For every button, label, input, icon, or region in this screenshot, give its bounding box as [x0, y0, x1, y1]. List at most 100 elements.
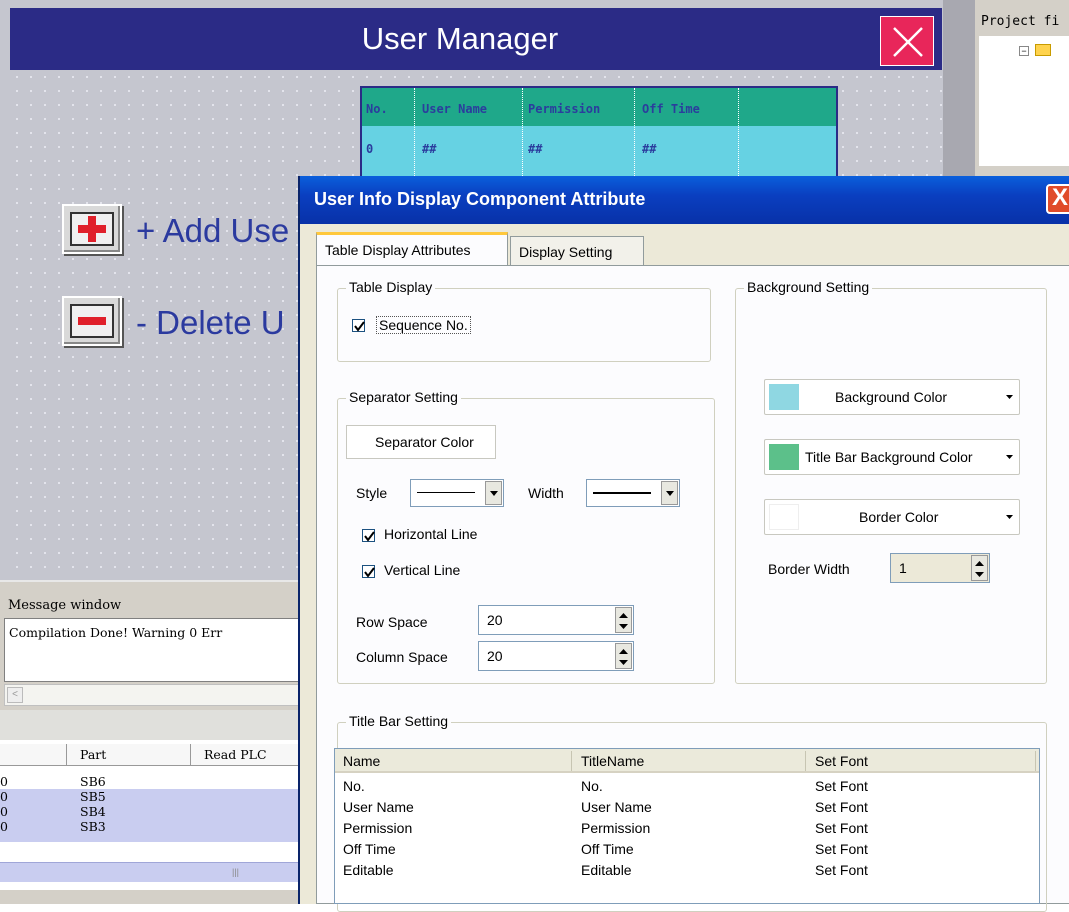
list-item[interactable]: 0 SB3	[0, 819, 300, 834]
dropdown-arrow-icon[interactable]	[661, 481, 678, 505]
title-bar-color-button[interactable]: Title Bar Background Color	[764, 439, 1020, 475]
column-divider[interactable]	[805, 751, 806, 771]
column-divider[interactable]	[1035, 751, 1036, 771]
delete-user-label[interactable]: - Delete U	[136, 304, 285, 342]
dialog-titlebar[interactable]: User Info Display Component Attribute X	[300, 176, 1069, 224]
column-header-title-name[interactable]: TitleName	[581, 753, 644, 769]
background-color-label: Background Color	[835, 389, 948, 405]
vertical-line-label[interactable]: Vertical Line	[384, 562, 460, 578]
user-manager-titlebar: User Manager	[10, 8, 942, 70]
list-item-index: 0	[0, 819, 8, 834]
row-set-font[interactable]: Set Font	[815, 799, 868, 815]
border-color-label: Border Color	[859, 509, 939, 525]
separator-color-label: Separator Color	[375, 434, 474, 450]
width-select[interactable]	[586, 479, 680, 507]
width-label: Width	[528, 485, 564, 501]
group-title: Table Display	[346, 279, 436, 295]
tab-table-display-attributes[interactable]: Table Display Attributes	[316, 232, 508, 266]
line-style-preview	[417, 492, 475, 493]
column-space-stepper[interactable]: 20	[478, 641, 634, 671]
add-user-button[interactable]	[62, 204, 122, 254]
row-name: Permission	[343, 820, 413, 836]
group-title: Background Setting	[744, 279, 873, 295]
tab-label: Table Display Attributes	[325, 242, 471, 258]
dropdown-arrow-icon[interactable]	[485, 481, 502, 505]
table-row[interactable]: Editable Editable Set Font	[335, 861, 1039, 882]
list-item-index: 0	[0, 804, 8, 819]
table-separator	[522, 88, 523, 182]
list-item[interactable]: 0 SB6	[0, 774, 300, 789]
table-row[interactable]: User Name User Name Set Font	[335, 798, 1039, 819]
dialog-close-button[interactable]: X	[1046, 184, 1069, 214]
spin-arrows-icon[interactable]	[615, 643, 632, 669]
tab-display-setting[interactable]: Display Setting	[510, 236, 644, 266]
tree-collapse-icon[interactable]: −	[1019, 46, 1029, 56]
border-width-stepper[interactable]: 1	[890, 553, 990, 583]
user-manager-close-button[interactable]	[880, 16, 934, 66]
sequence-no-label[interactable]: Sequence No.	[376, 316, 471, 334]
row-title-name[interactable]: Editable	[581, 862, 632, 878]
row-title-name[interactable]: No.	[581, 778, 603, 794]
delete-user-button[interactable]	[62, 296, 122, 346]
dropdown-arrow-icon	[1006, 455, 1013, 459]
row-title-name[interactable]: Off Time	[581, 841, 634, 857]
user-info-table[interactable]: No. User Name Permission Off Time 0 ## #…	[360, 86, 838, 184]
table-header-no: No.	[366, 102, 388, 116]
folder-icon	[1035, 44, 1051, 56]
table-cell: ##	[642, 142, 657, 156]
row-set-font[interactable]: Set Font	[815, 862, 868, 878]
table-row[interactable]: No. No. Set Font	[335, 777, 1039, 798]
horizontal-line-label[interactable]: Horizontal Line	[384, 526, 477, 542]
add-user-label[interactable]: + Add Use	[136, 212, 289, 250]
scroll-thumb-grip-icon[interactable]: |||	[232, 867, 239, 877]
check-icon	[364, 531, 375, 542]
minus-icon	[70, 304, 114, 338]
parts-horizontal-scrollbar[interactable]: |||	[0, 862, 300, 882]
color-swatch	[769, 384, 799, 410]
column-divider[interactable]	[571, 751, 572, 771]
list-item[interactable]: 0 SB5	[0, 789, 300, 804]
list-item[interactable]	[0, 834, 300, 842]
message-text: Compilation Done! Warning 0 Err	[9, 625, 223, 640]
row-title-name[interactable]: Permission	[581, 820, 650, 836]
table-header-permission: Permission	[528, 102, 601, 116]
title-bar-list[interactable]: Name TitleName Set Font No. No. Set Font…	[334, 748, 1040, 904]
list-item[interactable]: 0 SB4	[0, 804, 300, 819]
style-select[interactable]	[410, 479, 504, 507]
message-scrollbar[interactable]: <	[4, 684, 300, 706]
spin-arrows-icon[interactable]	[971, 555, 988, 581]
line-width-preview	[593, 492, 651, 494]
table-header-user-name: User Name	[422, 102, 488, 116]
separator-color-button[interactable]: Separator Color	[346, 425, 496, 459]
dropdown-arrow-icon	[1006, 515, 1013, 519]
row-title-name[interactable]: User Name	[581, 799, 652, 815]
scroll-left-icon[interactable]: <	[7, 687, 23, 703]
horizontal-line-checkbox[interactable]	[362, 529, 375, 542]
row-set-font[interactable]: Set Font	[815, 778, 868, 794]
sequence-no-checkbox[interactable]	[352, 319, 365, 332]
list-item-part: SB4	[80, 804, 106, 819]
column-header-part[interactable]: Part	[80, 747, 106, 762]
vertical-line-checkbox[interactable]	[362, 565, 375, 578]
table-header-off-time: Off Time	[642, 102, 700, 116]
background-color-button[interactable]: Background Color	[764, 379, 1020, 415]
message-window-title: Message window	[8, 598, 122, 613]
background-setting-group: Background Setting Background Color Titl…	[735, 279, 1047, 684]
table-row[interactable]: Off Time Off Time Set Font	[335, 840, 1039, 861]
column-header-set-font[interactable]: Set Font	[815, 753, 868, 769]
border-color-button[interactable]: Border Color	[764, 499, 1020, 535]
list-item-index: 0	[0, 774, 8, 789]
column-header-name[interactable]: Name	[343, 753, 380, 769]
row-name: Editable	[343, 862, 394, 878]
table-separator	[414, 88, 415, 182]
list-item-part: SB3	[80, 819, 106, 834]
spin-arrows-icon[interactable]	[615, 607, 632, 633]
table-row[interactable]: Permission Permission Set Font	[335, 819, 1039, 840]
row-name: Off Time	[343, 841, 396, 857]
list-item-part: SB5	[80, 789, 106, 804]
column-header-read-plc[interactable]: Read PLC	[204, 747, 267, 762]
row-set-font[interactable]: Set Font	[815, 820, 868, 836]
row-space-stepper[interactable]: 20	[478, 605, 634, 635]
row-set-font[interactable]: Set Font	[815, 841, 868, 857]
project-tree[interactable]: −	[979, 36, 1069, 166]
